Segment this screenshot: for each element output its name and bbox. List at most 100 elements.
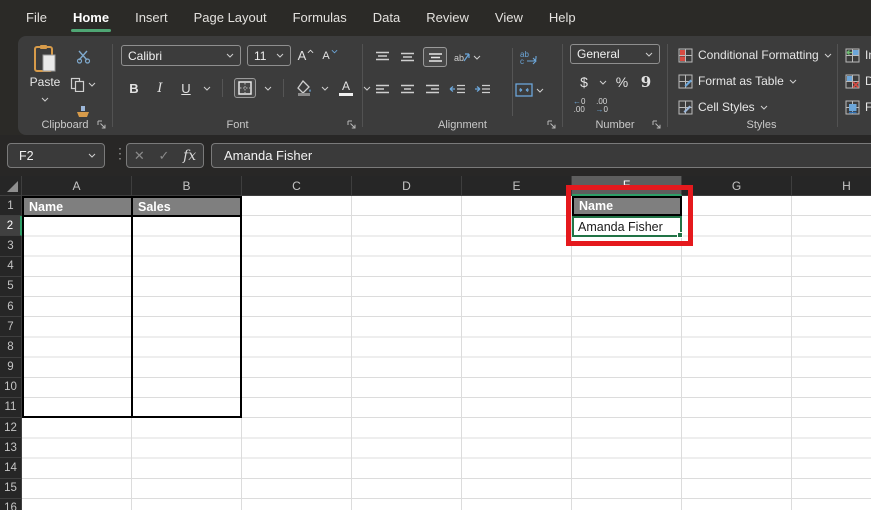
delete-cells-button[interactable]: Delete xyxy=(845,70,871,92)
row-header-3[interactable]: 3 xyxy=(0,236,22,257)
formula-input[interactable]: Amanda Fisher xyxy=(211,143,871,168)
percent-style-button[interactable]: % xyxy=(613,72,631,92)
clipboard-dialog-launcher-icon[interactable] xyxy=(97,120,107,130)
format-cells-button[interactable]: Format xyxy=(845,96,871,118)
column-headers: A B C D E F G H xyxy=(22,176,871,196)
tab-formulas[interactable]: Formulas xyxy=(282,4,358,33)
svg-text:ab: ab xyxy=(454,53,464,63)
align-left-icon[interactable] xyxy=(373,80,391,100)
cell-styles-icon xyxy=(678,100,693,115)
font-dialog-launcher-icon[interactable] xyxy=(347,120,357,130)
align-middle-icon[interactable] xyxy=(398,47,416,67)
row-header-2[interactable]: 2 xyxy=(0,216,22,237)
row-header-9[interactable]: 9 xyxy=(0,357,22,378)
increase-indent-icon[interactable] xyxy=(473,80,491,100)
format-as-table-button[interactable]: Format as Table xyxy=(678,70,832,92)
paste-button[interactable]: Paste xyxy=(28,44,62,107)
paste-clipboard-icon xyxy=(28,44,62,74)
row-header-8[interactable]: 8 xyxy=(0,337,22,358)
tab-insert[interactable]: Insert xyxy=(124,4,179,33)
grow-font-button[interactable]: A xyxy=(297,46,315,66)
row-header-5[interactable]: 5 xyxy=(0,276,22,297)
underline-chevron-icon[interactable] xyxy=(203,86,211,91)
accounting-format-button[interactable]: $ xyxy=(575,72,593,92)
select-all-corner[interactable] xyxy=(0,176,22,196)
tab-view[interactable]: View xyxy=(484,4,534,33)
alignment-dialog-launcher-icon[interactable] xyxy=(547,120,557,130)
shrink-font-button[interactable]: A xyxy=(321,46,339,66)
row-header-14[interactable]: 14 xyxy=(0,458,22,479)
column-header-e[interactable]: E xyxy=(462,176,572,196)
row-header-13[interactable]: 13 xyxy=(0,438,22,459)
merge-center-icon[interactable] xyxy=(515,80,544,100)
tab-page-layout[interactable]: Page Layout xyxy=(183,4,278,33)
increase-decimal-button[interactable]: ←0.00 xyxy=(573,98,585,114)
font-size-select[interactable]: 11 xyxy=(247,45,291,66)
fill-color-icon[interactable] xyxy=(295,78,313,98)
row-header-4[interactable]: 4 xyxy=(0,256,22,277)
chevron-down-icon xyxy=(760,105,768,110)
insert-cells-button[interactable]: Insert xyxy=(845,44,871,66)
number-format-select[interactable]: General xyxy=(570,44,660,64)
italic-button[interactable]: I xyxy=(151,78,169,98)
wrap-text-icon[interactable]: ab c xyxy=(519,47,537,67)
group-label-styles: Styles xyxy=(746,119,777,131)
group-alignment: ab ab c Alignment xyxy=(363,36,562,135)
copy-icon[interactable] xyxy=(70,74,96,94)
delete-cells-icon xyxy=(845,74,860,89)
format-cells-icon xyxy=(845,100,860,115)
fill-color-chevron-icon[interactable] xyxy=(321,86,329,91)
enter-icon[interactable]: ✓ xyxy=(158,148,169,164)
align-top-icon[interactable] xyxy=(373,47,391,67)
tab-help[interactable]: Help xyxy=(538,4,587,33)
chevron-down-icon xyxy=(645,52,653,57)
underline-button[interactable]: U xyxy=(177,78,195,98)
group-label-alignment: Alignment xyxy=(438,119,487,131)
column-header-b[interactable]: B xyxy=(132,176,242,196)
row-header-10[interactable]: 10 xyxy=(0,377,22,398)
cut-icon[interactable] xyxy=(70,46,96,66)
number-dialog-launcher-icon[interactable] xyxy=(652,120,662,130)
accounting-chevron-icon[interactable] xyxy=(599,80,607,85)
row-header-16[interactable]: 16 xyxy=(0,498,22,510)
group-label-font: Font xyxy=(226,119,249,131)
tab-review[interactable]: Review xyxy=(415,4,480,33)
svg-text:c: c xyxy=(520,57,524,65)
align-right-icon[interactable] xyxy=(423,80,441,100)
conditional-formatting-button[interactable]: Conditional Formatting xyxy=(678,44,832,66)
insert-function-icon[interactable]: fx xyxy=(183,148,196,164)
bold-button[interactable]: B xyxy=(125,78,143,98)
row-header-6[interactable]: 6 xyxy=(0,296,22,318)
tab-data[interactable]: Data xyxy=(362,4,411,33)
comma-style-button[interactable]: 9 xyxy=(637,72,655,92)
borders-icon[interactable] xyxy=(234,78,256,98)
column-header-d[interactable]: D xyxy=(352,176,462,196)
decrease-decimal-button[interactable]: .00 →0 xyxy=(595,98,607,114)
column-header-a[interactable]: A xyxy=(22,176,132,196)
font-name-select[interactable]: Calibri xyxy=(121,45,241,66)
row-header-15[interactable]: 15 xyxy=(0,478,22,499)
align-bottom-icon[interactable] xyxy=(423,47,447,67)
tab-file[interactable]: File xyxy=(15,4,58,33)
row-header-12[interactable]: 12 xyxy=(0,418,22,439)
borders-chevron-icon[interactable] xyxy=(264,86,272,91)
ribbon: Paste Clipboard Calibri 11 A A B I U A F… xyxy=(18,36,871,135)
name-box[interactable]: F2 xyxy=(7,143,105,168)
decrease-indent-icon[interactable] xyxy=(448,80,466,100)
spreadsheet-grid: A B C D E F G H 1 2 3 4 5 6 7 8 9 10 11 … xyxy=(0,176,871,510)
row-header-7[interactable]: 7 xyxy=(0,317,22,338)
column-header-c[interactable]: C xyxy=(242,176,352,196)
align-center-icon[interactable] xyxy=(398,80,416,100)
formula-buttons: ✕ ✓ fx xyxy=(126,143,204,168)
column-header-g[interactable]: G xyxy=(682,176,792,196)
row-header-1[interactable]: 1 xyxy=(0,196,22,217)
tab-home[interactable]: Home xyxy=(62,4,120,33)
cancel-icon[interactable]: ✕ xyxy=(134,148,145,164)
column-header-h[interactable]: H xyxy=(792,176,871,196)
font-color-icon[interactable]: A xyxy=(337,78,355,98)
row-header-11[interactable]: 11 xyxy=(0,397,22,419)
format-as-table-icon xyxy=(678,74,693,89)
cell-styles-button[interactable]: Cell Styles xyxy=(678,96,832,118)
cells-area[interactable]: Name Sales Name Amanda Fisher xyxy=(22,196,871,510)
orientation-icon[interactable]: ab xyxy=(454,47,481,67)
